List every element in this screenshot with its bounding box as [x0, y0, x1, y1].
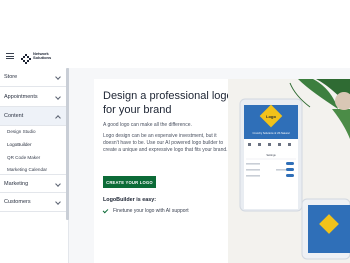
chevron-up-icon — [55, 115, 61, 121]
create-your-logo-button[interactable]: CREATE YOUR LOGO — [103, 176, 156, 188]
sidebar-item-label: Content — [4, 113, 24, 119]
feature-list-item: Finetune your logo with AI support — [102, 207, 189, 214]
chevron-down-icon — [55, 94, 61, 100]
brand-line-2: Solutions — [33, 55, 52, 60]
sidebar-subitem-marketing-calendar[interactable]: Marketing Calendar — [7, 167, 47, 172]
sidebar-item-customers[interactable]: Customers — [0, 193, 66, 212]
sidebar-item-marketing[interactable]: Marketing — [0, 174, 66, 193]
chevron-down-icon — [55, 74, 61, 80]
network-solutions-logo-icon — [21, 51, 31, 64]
sidebar-item-label: Appointments — [4, 94, 38, 100]
sidebar-item-label: Customers — [4, 199, 31, 205]
svg-text:Crunchy Solutions & US Natural: Crunchy Solutions & US Natural — [253, 131, 290, 135]
hero-image: Logo Crunchy Solutions & US Natural Sett… — [228, 79, 350, 263]
sidebar-item-content[interactable]: Content — [0, 107, 66, 126]
sidebar-subitem-logobuilder[interactable]: LogoBuilder — [7, 142, 32, 147]
svg-text:Settings: Settings — [266, 153, 276, 157]
sidebar-subitem-qr-code-maker[interactable]: QR Code Maker — [7, 155, 40, 160]
brand-logo[interactable]: Network Solutions — [21, 50, 52, 64]
feature-label: Finetune your logo with AI support — [113, 208, 189, 214]
sidebar-item-store[interactable]: Store — [0, 68, 66, 87]
easy-section-title: LogoBuilder is easy: — [103, 197, 157, 203]
tablet-mockup: Logo Crunchy Solutions & US Natural Sett… — [239, 98, 303, 212]
top-bar: Network Solutions — [0, 0, 350, 77]
lead-text: A good logo can make all the difference. — [103, 122, 192, 128]
sidebar-item-label: Marketing — [4, 180, 29, 187]
sidebar-item-appointments[interactable]: Appointments — [0, 88, 66, 107]
hero-illustration: Logo Crunchy Solutions & US Natural Sett… — [228, 79, 350, 263]
page-title: Design a professional logo for your bran… — [103, 90, 233, 116]
sidebar: Store Appointments Content Design Studio… — [0, 68, 69, 263]
sidebar-item-label: Store — [4, 74, 18, 80]
sidebar-subitem-design-studio[interactable]: Design Studio — [7, 129, 36, 134]
phone-mockup — [301, 198, 350, 260]
svg-text:Logo: Logo — [266, 114, 276, 119]
brand-name: Network Solutions — [33, 51, 52, 61]
description-text: Logo design can be an expensive investme… — [103, 133, 228, 153]
chevron-down-icon — [55, 181, 61, 187]
chevron-down-icon — [55, 199, 61, 205]
hamburger-menu-icon[interactable] — [6, 53, 14, 59]
check-icon — [102, 207, 109, 213]
